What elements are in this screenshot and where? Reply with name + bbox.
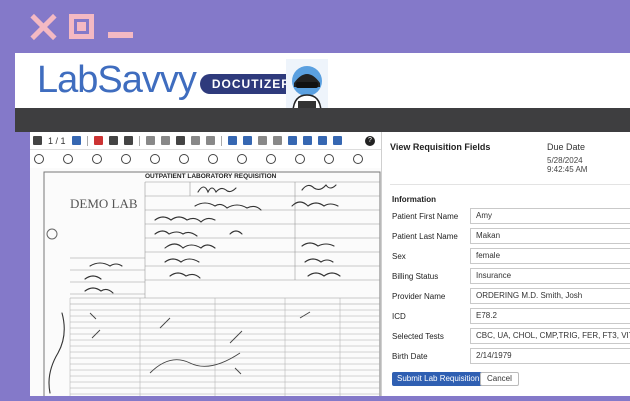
fit-page-icon[interactable] (175, 136, 185, 145)
icd-field[interactable]: E78.2 (470, 308, 630, 324)
toolbar-divider (138, 135, 140, 146)
toolbar-divider (86, 135, 88, 146)
field-row-selected-tests: Selected Tests CBC, UA, CHOL, CMP,TRIG, … (392, 328, 630, 344)
shape-icon[interactable] (257, 136, 267, 145)
window-controls (30, 14, 133, 39)
pen-icon[interactable] (227, 136, 237, 145)
birth-date-field[interactable]: 2/14/1979 (470, 348, 630, 364)
field-label: Patient First Name (392, 211, 459, 221)
first-name-field[interactable]: Amy (470, 208, 630, 224)
close-icon[interactable] (30, 14, 55, 39)
field-row-birth-date: Birth Date 2/14/1979 (392, 348, 630, 364)
binder-hole (34, 154, 44, 164)
field-row-provider: Provider Name ORDERING M.D. Smith, Josh (392, 288, 630, 304)
stamp-icon[interactable] (317, 136, 327, 145)
due-time-value: 9:42:45 AM (547, 165, 588, 174)
field-label: Provider Name (392, 291, 446, 301)
zoom-in-icon[interactable] (145, 136, 155, 145)
maximize-icon[interactable] (69, 14, 94, 39)
page-indicator: 1 / 1 (48, 135, 66, 146)
binder-holes (30, 150, 381, 164)
print-icon[interactable] (93, 136, 103, 145)
zoom-out-icon[interactable] (160, 136, 170, 145)
mascot-icon (286, 59, 328, 113)
download-icon[interactable] (123, 136, 133, 145)
logo-text: LabSavvy (37, 59, 197, 101)
field-label: ICD (392, 311, 406, 321)
labsavvy-logo: LabSavvy DOCUTIZER (37, 61, 303, 99)
binder-hole (353, 154, 363, 164)
scanned-requisition-form: DEMO LAB OUTPATIENT LABORATORY REQUISITI… (30, 168, 381, 401)
field-row-first-name: Patient First Name Amy (392, 208, 630, 224)
field-row-last-name: Patient Last Name Makan (392, 228, 630, 244)
field-label: Sex (392, 251, 406, 261)
field-label: Billing Status (392, 271, 439, 281)
field-label: Birth Date (392, 351, 428, 361)
binder-hole (121, 154, 131, 164)
due-date-label: Due Date (547, 142, 586, 152)
panel-title: View Requisition Fields (390, 142, 491, 152)
field-row-icd: ICD E78.2 (392, 308, 630, 324)
attach-icon[interactable] (332, 136, 342, 145)
header-strip (15, 108, 630, 132)
sex-field[interactable]: female (470, 248, 630, 264)
binder-hole (179, 154, 189, 164)
billing-status-field[interactable]: Insurance (470, 268, 630, 284)
viewer-toolbar: 1 / 1 ? (30, 132, 381, 150)
fit-width-icon[interactable] (190, 136, 200, 145)
save-icon[interactable] (108, 136, 118, 145)
binder-hole (266, 154, 276, 164)
binder-hole (295, 154, 305, 164)
requisition-panel: View Requisition Fields Due Date 5/28/20… (382, 132, 630, 401)
binder-hole (63, 154, 73, 164)
page-icon[interactable] (33, 136, 42, 145)
bottom-edge (0, 396, 630, 401)
binder-hole (324, 154, 334, 164)
binder-hole (92, 154, 102, 164)
information-section-label: Information (392, 195, 436, 204)
pan-icon[interactable] (205, 136, 215, 145)
cancel-button[interactable]: Cancel (480, 372, 519, 386)
last-name-field[interactable]: Makan (470, 228, 630, 244)
document-viewer[interactable]: 1 / 1 ? DEMO LAB OUTPATIENT LABORATORY R… (30, 132, 382, 401)
provider-name-field[interactable]: ORDERING M.D. Smith, Josh (470, 288, 630, 304)
comment-icon[interactable] (302, 136, 312, 145)
arrow-icon[interactable] (272, 136, 282, 145)
form-heading: OUTPATIENT LABORATORY REQUISITION (145, 173, 277, 180)
highlight-icon[interactable] (242, 136, 252, 145)
field-row-sex: Sex female (392, 248, 630, 264)
divider (390, 184, 630, 185)
due-date-value: 5/28/2024 (547, 156, 583, 165)
minimize-icon[interactable] (108, 14, 133, 39)
note-icon[interactable] (287, 136, 297, 145)
lab-name-text: DEMO LAB (70, 196, 138, 211)
binder-hole (150, 154, 160, 164)
next-page-icon[interactable] (71, 136, 81, 145)
field-row-billing-status: Billing Status Insurance (392, 268, 630, 284)
help-icon[interactable]: ? (365, 135, 375, 146)
toolbar-divider (220, 135, 222, 146)
field-label: Selected Tests (392, 331, 444, 341)
binder-hole (237, 154, 247, 164)
field-label: Patient Last Name (392, 231, 458, 241)
submit-lab-requisition-button[interactable]: Submit Lab Requisition (392, 372, 485, 386)
binder-hole (208, 154, 218, 164)
selected-tests-field[interactable]: CBC, UA, CHOL, CMP,TRIG, FER, FT3, VITDQ… (470, 328, 630, 344)
